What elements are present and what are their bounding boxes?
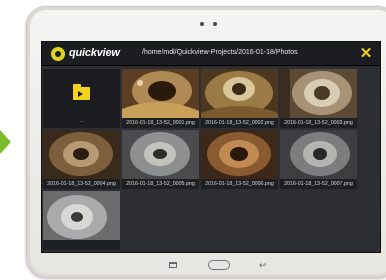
photo-filename: 2016-01-18_13-52_0001.png [126,120,195,126]
parent-folder-tile[interactable]: .. [43,69,120,128]
photo-filename: 2016-01-18_13-52_0003.png [284,120,353,126]
recent-apps-icon[interactable] [169,262,177,268]
app-screen: quickview /home/mdl/Quickview-Projects/2… [41,41,381,253]
photo-tile[interactable]: 2016-01-18_13-52_0004.png [43,130,120,189]
photo-filename: 2016-01-18_13-52_0005.png [126,181,195,187]
photo-thumbnail [201,69,278,118]
product-shot: quickview /home/mdl/Quickview-Projects/2… [0,0,386,280]
photo-thumbnail [43,130,120,179]
photo-thumbnail [280,130,357,179]
photo-filename [43,240,120,250]
photo-filename: 2016-01-18_13-52_0006.png [205,181,274,187]
photo-thumbnail [122,130,199,179]
photo-tile[interactable]: 2016-01-18_13-52_0005.png [122,130,199,189]
tablet-device: quickview /home/mdl/Quickview-Projects/2… [26,6,386,278]
photo-thumbnail [280,69,357,118]
photo-tile[interactable]: 2016-01-18_13-52_0007.png [280,130,357,189]
photo-filename: 2016-01-18_13-52_0007.png [284,181,353,187]
photo-filename: 2016-01-18_13-52_0002.png [205,120,274,126]
home-button-icon[interactable] [208,260,230,270]
current-path: /home/mdl/Quickview-Projects/2016-01-18/… [142,49,298,56]
photo-tile[interactable]: 2016-01-18_13-52_0003.png [280,69,357,128]
photo-thumbnail [201,130,278,179]
parent-folder-label: .. [79,118,84,124]
photo-thumbnail [122,69,199,118]
back-icon[interactable]: ↩ [259,260,267,271]
quickview-logo-icon [51,47,65,61]
photo-tile[interactable]: 2016-01-18_13-52_0002.png [201,69,278,128]
photo-filename: 2016-01-18_13-52_0004.png [47,181,116,187]
photo-thumbnail [43,191,120,240]
close-icon: ✕ [359,45,373,62]
folder-up-icon [73,84,90,100]
device-nav-bar: ↩ [27,255,386,277]
app-logo-text: quickview [69,47,120,59]
photo-tile[interactable] [43,191,120,250]
top-bar: quickview /home/mdl/Quickview-Projects/2… [42,42,380,66]
photo-tile[interactable]: 2016-01-18_13-52_0006.png [201,130,278,189]
pointer-arrow-icon [0,130,11,154]
camera-sensors [200,22,217,26]
photo-tile[interactable]: 2016-01-18_13-52_0001.png [122,69,199,128]
close-button[interactable]: ✕ [356,45,376,63]
